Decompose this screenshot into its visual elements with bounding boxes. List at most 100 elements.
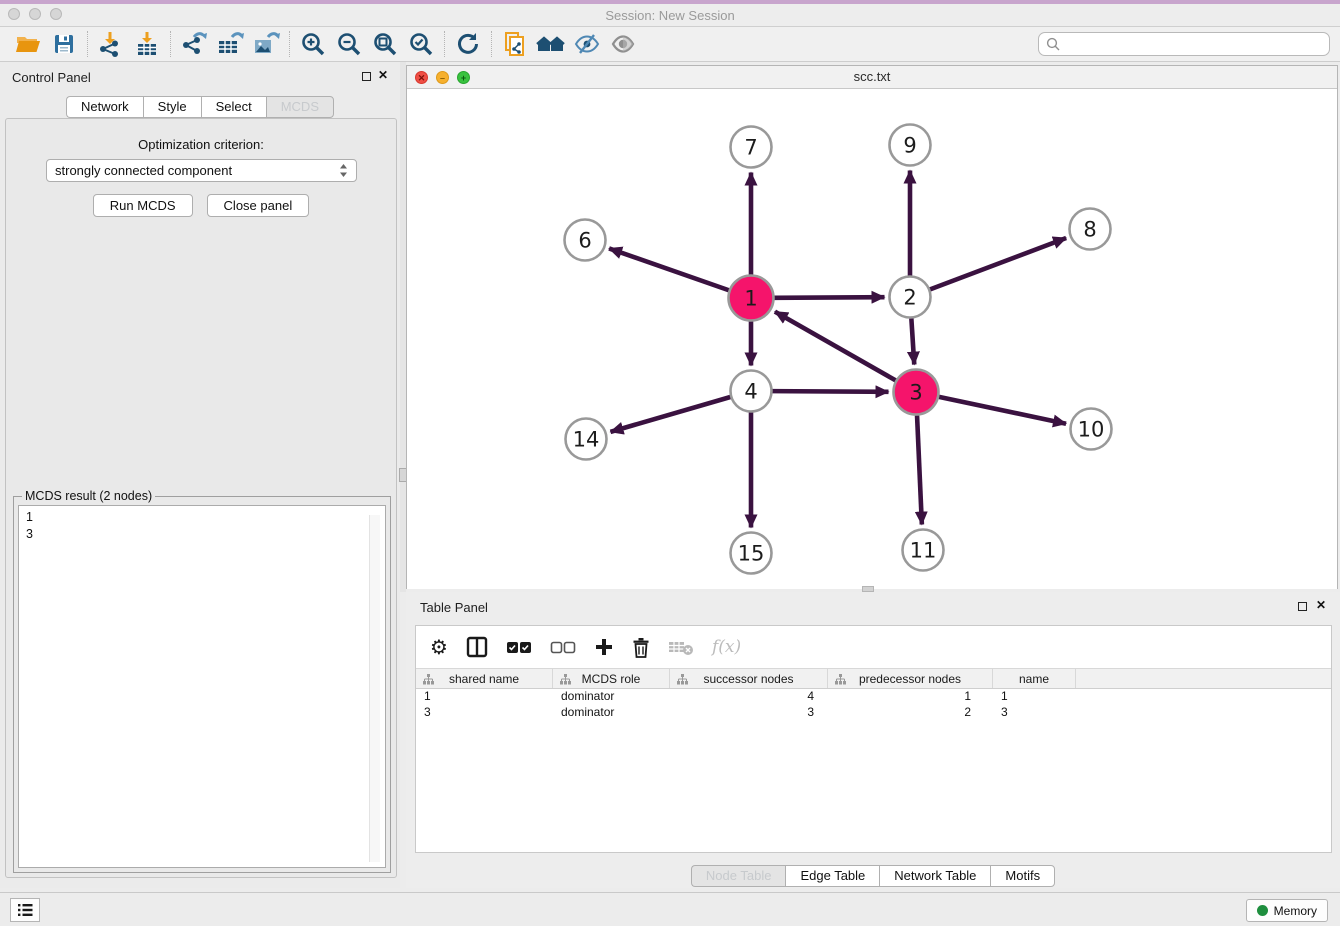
export-network-icon [180, 31, 208, 57]
create-column-icon[interactable] [594, 637, 614, 657]
control-panel: Control Panel ✕ Network Style Select MCD… [0, 62, 400, 888]
show-task-history-button[interactable] [10, 898, 40, 922]
column-header-predecessor-nodes[interactable]: predecessor nodes [828, 669, 993, 688]
node-table-container: ⚙ f(x) shared name MCDS role successor nod… [415, 625, 1332, 853]
import-network-button[interactable] [93, 29, 129, 59]
edge-4-14[interactable] [610, 397, 730, 432]
export-table-button[interactable] [212, 29, 248, 59]
graph-node-label: 1 [744, 287, 757, 311]
show-columns-icon[interactable] [466, 636, 488, 658]
save-session-button[interactable] [46, 29, 82, 59]
zoom-in-icon [300, 31, 326, 57]
network-view-window: ✕ – + scc.txt 7968124314101511 [406, 65, 1338, 589]
table-body: 1dominator4113dominator323 [416, 689, 1331, 721]
function-builder-button: f(x) [712, 637, 741, 657]
edge-1-6[interactable] [609, 248, 729, 290]
graph-node-label: 10 [1078, 418, 1105, 442]
float-table-panel-icon[interactable] [1298, 602, 1307, 611]
table-cell[interactable]: dominator [553, 705, 670, 721]
result-scrollbar[interactable] [369, 515, 380, 862]
hide-graphics-button[interactable] [569, 29, 605, 59]
table-cell[interactable]: 2 [828, 705, 993, 721]
edge-3-1[interactable] [775, 312, 896, 381]
edge-1-2[interactable] [774, 297, 884, 298]
export-image-button[interactable] [248, 29, 284, 59]
optimization-criterion-select[interactable]: strongly connected component [46, 159, 357, 182]
column-header-MCDS-role[interactable]: MCDS role [553, 669, 670, 688]
edge-4-3[interactable] [772, 391, 888, 392]
edge-2-8[interactable] [930, 238, 1066, 289]
column-type-icon [560, 674, 571, 685]
save-icon [52, 32, 76, 56]
run-mcds-button[interactable]: Run MCDS [93, 194, 193, 217]
table-cell[interactable]: 4 [670, 689, 828, 705]
app-titlebar: Session: New Session [0, 0, 1340, 27]
table-cell[interactable]: 3 [993, 705, 1076, 721]
select-all-columns-icon[interactable] [506, 640, 532, 654]
zoom-selected-icon [408, 31, 434, 57]
mcds-result-line: 3 [26, 526, 378, 543]
search-input[interactable] [1065, 37, 1322, 51]
column-header-successor-nodes[interactable]: successor nodes [670, 669, 828, 688]
column-type-icon [423, 674, 434, 685]
refresh-icon [455, 31, 481, 57]
column-header-name[interactable]: name [993, 669, 1076, 688]
main-toolbar [0, 27, 1340, 62]
toolbar-search[interactable] [1038, 32, 1330, 56]
float-panel-icon[interactable] [362, 72, 371, 81]
graph-node-label: 14 [573, 428, 600, 452]
edge-3-10[interactable] [939, 397, 1066, 424]
tab-motifs[interactable]: Motifs [990, 865, 1055, 887]
network-file-icon [503, 31, 527, 57]
zoom-fit-button[interactable] [367, 29, 403, 59]
task-list-icon [16, 902, 34, 918]
home-layout-button[interactable] [533, 29, 569, 59]
network-canvas[interactable]: 7968124314101511 [407, 89, 1337, 589]
graph-node-label: 6 [578, 229, 591, 253]
table-row[interactable]: 3dominator323 [416, 705, 1331, 721]
close-panel-icon[interactable]: ✕ [378, 68, 388, 82]
column-header-label: MCDS role [582, 672, 641, 686]
table-cell[interactable]: 3 [670, 705, 828, 721]
open-file-button[interactable] [10, 29, 46, 59]
graph-node-label: 11 [910, 539, 937, 563]
close-table-panel-icon[interactable]: ✕ [1316, 598, 1326, 612]
table-settings-button[interactable]: ⚙ [430, 637, 448, 657]
tab-edge-table[interactable]: Edge Table [785, 865, 879, 887]
unselect-all-columns-icon[interactable] [550, 640, 576, 654]
homes-icon [536, 32, 566, 56]
export-network-button[interactable] [176, 29, 212, 59]
mcds-result-title: MCDS result (2 nodes) [22, 489, 155, 503]
memory-button[interactable]: Memory [1246, 899, 1328, 922]
tab-style[interactable]: Style [143, 96, 201, 118]
edge-2-3[interactable] [911, 318, 914, 364]
edge-3-11[interactable] [917, 415, 922, 524]
control-panel-tabs: Network Style Select MCDS [0, 96, 400, 118]
zoom-out-button[interactable] [331, 29, 367, 59]
delete-column-icon[interactable] [632, 637, 650, 658]
table-cell[interactable]: dominator [553, 689, 670, 705]
table-cell[interactable]: 3 [416, 705, 553, 721]
zoom-selected-button[interactable] [403, 29, 439, 59]
tab-select[interactable]: Select [201, 96, 266, 118]
tab-network[interactable]: Network [66, 96, 143, 118]
show-graphics-button[interactable] [605, 29, 641, 59]
export-image-icon [252, 31, 280, 57]
tab-network-table[interactable]: Network Table [879, 865, 990, 887]
zoom-in-button[interactable] [295, 29, 331, 59]
close-panel-button[interactable]: Close panel [207, 194, 310, 217]
control-panel-title: Control Panel [12, 70, 91, 85]
tab-node-table[interactable]: Node Table [691, 865, 786, 887]
table-cell[interactable]: 1 [828, 689, 993, 705]
table-cell[interactable]: 1 [993, 689, 1076, 705]
table-cell[interactable]: 1 [416, 689, 553, 705]
clone-network-button[interactable] [497, 29, 533, 59]
import-table-button[interactable] [129, 29, 165, 59]
tab-mcds[interactable]: MCDS [266, 96, 334, 118]
refresh-layout-button[interactable] [450, 29, 486, 59]
table-row[interactable]: 1dominator411 [416, 689, 1331, 705]
mcds-panel: Optimization criterion: strongly connect… [5, 118, 397, 878]
toolbar-separator [170, 31, 171, 57]
search-icon [1046, 37, 1060, 51]
column-header-shared-name[interactable]: shared name [416, 669, 553, 688]
